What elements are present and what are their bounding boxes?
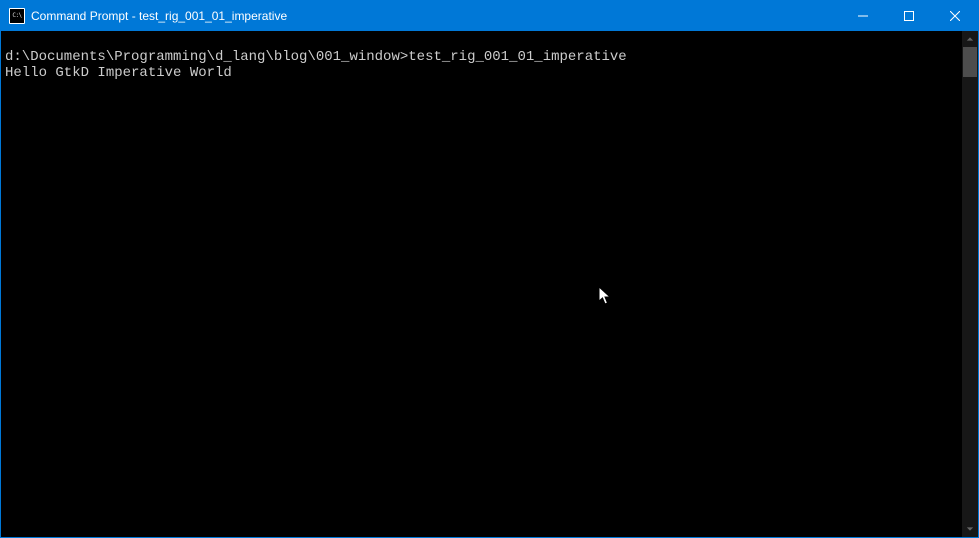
maximize-button[interactable] — [886, 1, 932, 31]
titlebar[interactable]: C:\ Command Prompt - test_rig_001_01_imp… — [1, 1, 978, 31]
cmd-icon: C:\ — [9, 8, 25, 24]
close-icon — [950, 11, 960, 21]
close-button[interactable] — [932, 1, 978, 31]
scroll-up-button[interactable] — [962, 31, 978, 47]
window: C:\ Command Prompt - test_rig_001_01_imp… — [0, 0, 979, 538]
window-title: Command Prompt - test_rig_001_01_imperat… — [31, 9, 287, 23]
vertical-scrollbar[interactable] — [962, 31, 978, 537]
blank-line — [5, 33, 960, 49]
client-area: d:\Documents\Programming\d_lang\blog\001… — [1, 31, 978, 537]
maximize-icon — [904, 11, 914, 21]
chevron-up-icon — [966, 35, 974, 43]
output-line: Hello GtkD Imperative World — [5, 65, 232, 81]
terminal-output[interactable]: d:\Documents\Programming\d_lang\blog\001… — [1, 31, 962, 537]
scroll-down-button[interactable] — [962, 521, 978, 537]
window-controls — [840, 1, 978, 31]
minimize-button[interactable] — [840, 1, 886, 31]
scroll-thumb[interactable] — [963, 47, 977, 77]
minimize-icon — [858, 11, 868, 21]
prompt-path: d:\Documents\Programming\d_lang\blog\001… — [5, 49, 408, 65]
cmd-icon-text: C:\ — [12, 13, 21, 19]
chevron-down-icon — [966, 525, 974, 533]
entered-command: test_rig_001_01_imperative — [408, 49, 626, 65]
